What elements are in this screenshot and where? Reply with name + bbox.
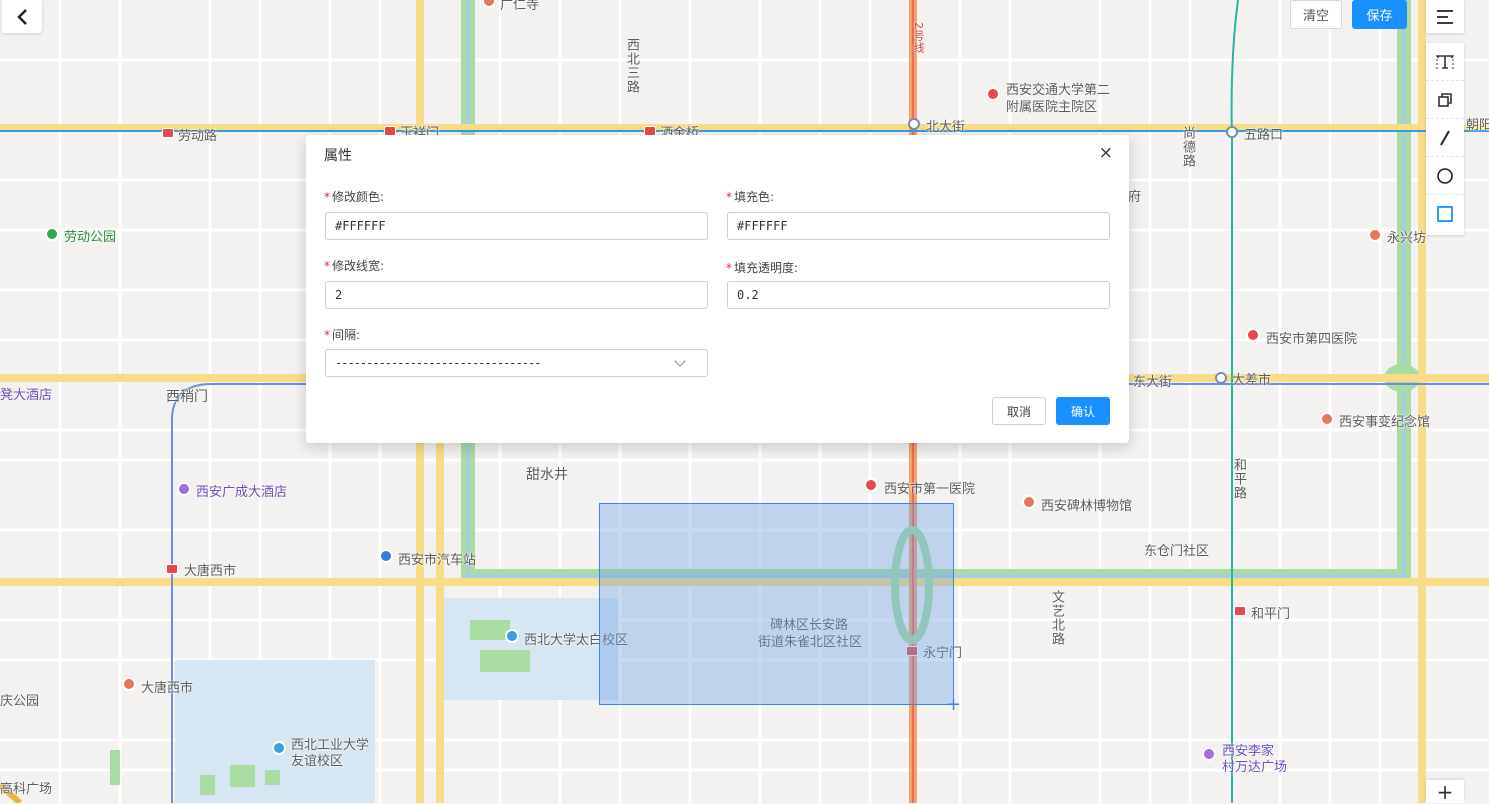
map-label-jiaoda-hospital-2: 附属医院主院区: [1006, 100, 1098, 115]
map-label-park-left: 庆公园: [0, 694, 40, 709]
map-label-yongxingfang: 永兴坊: [1387, 231, 1427, 246]
map-label-guangren-temple: 广仁寺: [500, 0, 540, 13]
map-label-dongdajie: 东大街: [1133, 375, 1173, 390]
map-label-datang-xishi-poi: 大唐西市: [141, 681, 194, 696]
circle-tool-button[interactable]: [1426, 157, 1464, 195]
line-tool-button[interactable]: [1426, 119, 1464, 157]
map-label-lijia-wanda-2: 村万达广场: [1222, 760, 1288, 775]
map-label-bus-station: 西安市汽车站: [398, 553, 477, 568]
crosshair-cursor-icon: +: [946, 694, 962, 715]
hospital-pin-icon: [986, 87, 1000, 101]
dash-select-value: ---------------------------------: [335, 356, 541, 370]
map-label-tianshuijing: 甜水井: [526, 467, 568, 483]
rectangle-tool-icon: [1437, 206, 1453, 222]
poi-pin-icon: [122, 677, 136, 691]
chevron-left-icon: [17, 8, 27, 25]
required-mark: *: [324, 259, 330, 273]
back-button[interactable]: [2, 0, 42, 33]
mall-pin-icon: [1202, 747, 1216, 761]
map-label-first-hospital: 西安市第一医院: [884, 482, 976, 497]
map-label-chaoyang: 朝阳: [1466, 118, 1489, 133]
drawing-toolbar: [1426, 43, 1464, 235]
map-label-xibeisanlu: 西北三路: [624, 38, 639, 94]
school-pin-icon: [505, 629, 519, 643]
confirm-button[interactable]: 确认: [1056, 397, 1110, 425]
stroke-color-label-text: 修改颜色:: [332, 190, 385, 204]
map-label-heping-road: 和平路: [1231, 458, 1246, 500]
fill-color-input[interactable]: #FFFFFF: [727, 212, 1110, 240]
text-tool-icon: [1436, 54, 1454, 69]
save-button[interactable]: 保存: [1352, 0, 1407, 29]
menu-button[interactable]: [1426, 0, 1464, 33]
clear-button[interactable]: 清空: [1290, 0, 1342, 29]
bus-pin-icon: [379, 549, 393, 563]
map-label-laodong-park: 劳动公园: [64, 230, 117, 245]
metro-station-icon: [166, 564, 178, 574]
map-label-dachashi: 大差市: [1232, 373, 1272, 388]
map-label-hotel-left: 凳大酒店: [0, 388, 53, 403]
stroke-color-label: * 修改颜色:: [324, 188, 384, 205]
map-label-guangcheng-hotel: 西安广成大酒店: [196, 485, 288, 500]
hospital-pin-icon: [864, 478, 878, 492]
properties-dialog: 属性 × * 修改颜色: #FFFFFF * 填充色: #FFFFFF * 修改线宽:…: [306, 135, 1129, 443]
map-label-dongcangmen: 东仓门社区: [1144, 544, 1210, 559]
text-tool-button[interactable]: [1426, 43, 1464, 81]
stroke-color-input[interactable]: #FFFFFF: [325, 212, 708, 240]
fill-color-label-text: 填充色:: [734, 190, 775, 204]
map-label-line2: 2号线: [912, 22, 925, 54]
fill-opacity-input[interactable]: 0.2: [727, 281, 1110, 309]
copy-tool-button[interactable]: [1426, 81, 1464, 119]
station-ring-icon: [1226, 126, 1238, 138]
required-mark: *: [726, 261, 732, 275]
station-ring-icon: [908, 118, 920, 130]
poi-pin-icon: [1320, 412, 1334, 426]
menu-icon: [1437, 9, 1453, 24]
map-label-wulukou: 五路口: [1244, 128, 1284, 143]
poi-pin-icon: [1368, 228, 1382, 242]
map-label-shangde-road: 尚德路: [1180, 126, 1195, 168]
school-pin-icon: [272, 741, 286, 755]
circle-tool-icon: [1437, 167, 1453, 184]
park-pin-icon: [45, 227, 59, 241]
map-label-ju: 府: [1128, 190, 1142, 205]
map-label-hepingmen: 和平门: [1251, 607, 1291, 622]
copy-tool-icon: [1438, 92, 1452, 107]
dash-label: * 间隔:: [324, 326, 360, 343]
dash-label-text: 间隔:: [332, 328, 361, 342]
fill-color-label: * 填充色:: [726, 188, 774, 205]
map-label-xian-incident-museum: 西安事变纪念馆: [1339, 415, 1431, 430]
map-label-wenyi-north-road: 文艺北路: [1049, 590, 1064, 646]
close-icon[interactable]: ×: [1099, 143, 1113, 163]
map-label-datang-xishi-station: 大唐西市: [184, 564, 237, 579]
map-label-nwpu-2: 友谊校区: [291, 754, 344, 769]
dialog-title: 属性: [324, 148, 352, 164]
station-ring-icon: [1215, 372, 1227, 384]
metro-station-icon: [1234, 606, 1246, 616]
map-label-keji-square: 高科广场: [0, 782, 53, 797]
poi-pin-icon: [1022, 495, 1036, 509]
rectangle-tool-button[interactable]: [1426, 195, 1464, 233]
drawn-rectangle-shape[interactable]: [599, 503, 954, 705]
metro-station-icon: [162, 128, 174, 138]
line-tool-icon: [1440, 130, 1450, 145]
dash-select[interactable]: ---------------------------------: [325, 349, 708, 377]
map-label-fourth-hospital: 西安市第四医院: [1266, 332, 1358, 347]
map-label-beidajie: 北大街: [926, 120, 966, 135]
map-label-laodong-road: 劳动路: [178, 129, 218, 144]
hospital-pin-icon: [1246, 328, 1260, 342]
fill-opacity-label-text: 填充透明度:: [734, 261, 799, 275]
hotel-pin-icon: [177, 482, 191, 496]
required-mark: *: [324, 328, 330, 342]
cancel-button[interactable]: 取消: [992, 397, 1046, 425]
required-mark: *: [726, 190, 732, 204]
zoom-in-button[interactable]: +: [1426, 780, 1464, 804]
stroke-width-input[interactable]: 2: [325, 281, 708, 309]
chevron-down-icon: [674, 355, 686, 367]
map-label-beilin-museum: 西安碑林博物馆: [1041, 499, 1133, 514]
stroke-width-label: * 修改线宽:: [324, 257, 384, 274]
fill-opacity-label: * 填充透明度:: [726, 259, 798, 276]
required-mark: *: [324, 190, 330, 204]
map-label-xishaomen: 西稍门: [166, 389, 208, 405]
stroke-width-label-text: 修改线宽:: [332, 259, 385, 273]
